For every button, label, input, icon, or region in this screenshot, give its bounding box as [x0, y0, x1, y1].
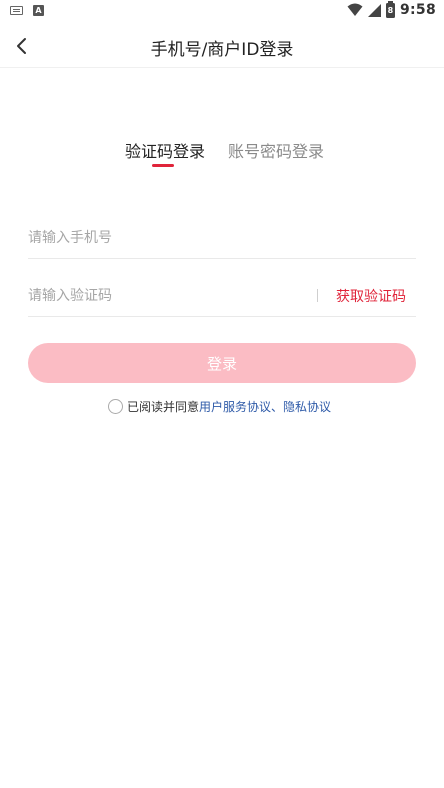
status-left-icons: A — [10, 5, 44, 16]
verification-code-input[interactable] — [28, 277, 298, 315]
signal-icon — [367, 3, 381, 17]
nav-bar: 手机号/商户ID登录 — [0, 24, 444, 68]
page-title: 手机号/商户ID登录 — [150, 40, 294, 60]
status-right-icons: 8 9:58 — [347, 0, 436, 18]
agreement-prefix: 已阅读并同意 — [127, 400, 200, 414]
user-agreement-link[interactable]: 用户服务协议 — [199, 398, 271, 415]
phone-input[interactable] — [28, 219, 416, 257]
status-time: 9:58 — [399, 2, 436, 18]
code-field-row: 获取验证码 — [28, 277, 416, 317]
battery-icon: 8 — [385, 0, 395, 18]
active-tab-indicator — [152, 164, 174, 167]
agreement-separator: 、 — [271, 400, 284, 414]
phone-field-row — [28, 219, 416, 259]
agreement-row: 已阅读并同意 用户服务协议 、 隐私协议 — [108, 398, 331, 415]
get-code-button[interactable]: 获取验证码 — [336, 286, 406, 306]
login-tabs: 验证码登录 账号密码登录 — [0, 138, 444, 168]
tab-sms-login[interactable]: 验证码登录 — [125, 138, 205, 162]
privacy-agreement-link[interactable]: 隐私协议 — [283, 398, 331, 415]
a-icon: A — [33, 5, 44, 16]
login-button[interactable]: 登录 — [28, 343, 416, 383]
status-bar: A 8 9:58 — [0, 0, 444, 24]
keyboard-icon — [10, 6, 23, 15]
tab-password-login[interactable]: 账号密码登录 — [228, 138, 324, 162]
divider — [317, 289, 318, 302]
agree-checkbox[interactable] — [108, 399, 123, 414]
wifi-icon — [347, 3, 363, 16]
